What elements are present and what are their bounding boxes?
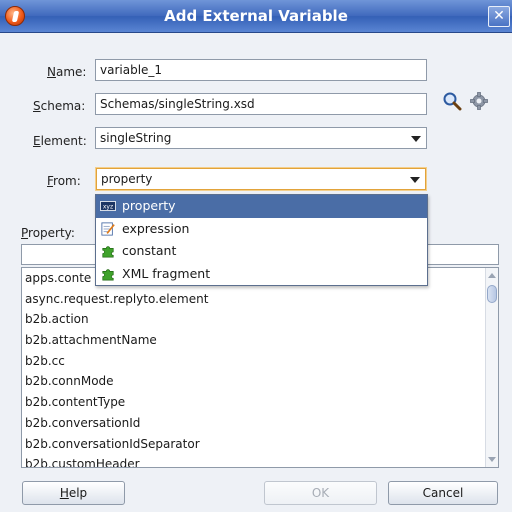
menu-item-property[interactable]: xyz property (96, 195, 427, 218)
menu-item-expression[interactable]: expression (96, 218, 427, 241)
list-item[interactable]: b2b.cc (22, 351, 498, 372)
vertical-scrollbar[interactable] (485, 268, 498, 467)
element-value: singleString (100, 131, 172, 145)
scroll-up-icon[interactable] (488, 273, 496, 278)
puzzle-icon (102, 246, 114, 258)
menu-item-xml-fragment[interactable]: XML fragment (96, 263, 427, 286)
list-item[interactable]: b2b.conversationIdSeparator (22, 434, 498, 455)
cancel-button[interactable]: Cancel (388, 481, 498, 505)
from-combo[interactable]: property (96, 168, 426, 190)
list-item[interactable]: b2b.customHeader (22, 454, 498, 467)
list-item[interactable]: b2b.contentType (22, 392, 498, 413)
list-item[interactable]: b2b.attachmentName (22, 330, 498, 351)
scroll-down-icon[interactable] (488, 457, 496, 462)
list-item[interactable]: b2b.conversationId (22, 413, 498, 434)
xyz-icon: xyz (100, 201, 116, 211)
gear-icon[interactable] (469, 91, 489, 111)
search-icon[interactable] (442, 91, 462, 111)
name-field[interactable]: variable_1 (95, 59, 427, 81)
list-item[interactable]: b2b.action (22, 309, 498, 330)
from-label: From: (47, 174, 81, 188)
close-button[interactable]: ✕ (488, 6, 510, 27)
puzzle-icon (102, 268, 114, 280)
help-button[interactable]: Help (22, 481, 125, 505)
from-dropdown-menu: xyz property expression constant XML fra… (95, 194, 428, 286)
menu-item-constant[interactable]: constant (96, 240, 427, 263)
element-label: Element: (33, 134, 87, 148)
scroll-thumb[interactable] (487, 285, 497, 303)
dialog-titlebar: Add External Variable ✕ (0, 0, 512, 33)
schema-label: Schema: (33, 99, 86, 113)
list-item[interactable]: b2b.connMode (22, 371, 498, 392)
chevron-down-icon[interactable] (411, 136, 421, 142)
svg-text:xyz: xyz (103, 204, 113, 211)
from-value: property (101, 172, 153, 186)
property-label: Property: (21, 226, 75, 240)
dialog-title: Add External Variable (164, 7, 348, 25)
chevron-down-icon[interactable] (410, 177, 420, 183)
schema-field[interactable]: Schemas/singleString.xsd (95, 93, 427, 115)
list-item[interactable]: async.request.replyto.element (22, 289, 498, 310)
ok-button[interactable]: OK (264, 481, 377, 505)
name-label: Name: (47, 65, 87, 79)
property-list[interactable]: apps.conte async.request.replyto.element… (21, 267, 499, 468)
element-combo[interactable]: singleString (95, 127, 427, 149)
expression-icon (101, 221, 115, 236)
